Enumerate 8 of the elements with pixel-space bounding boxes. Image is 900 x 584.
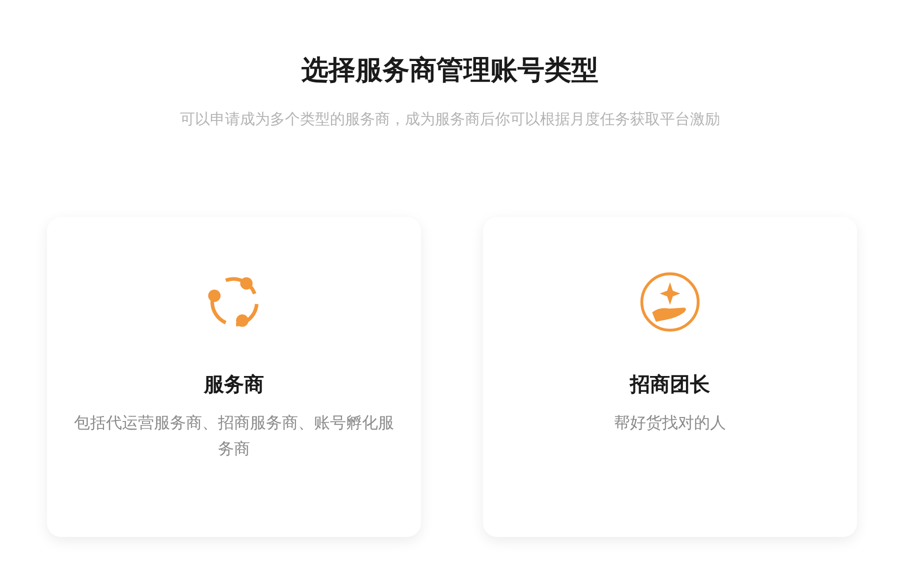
page-title: 选择服务商管理账号类型 [302, 54, 598, 88]
type-card[interactable]: 服务商 包括代运营服务商、招商服务商、账号孵化服务商 [47, 217, 421, 537]
card-description: 帮好货找对的人 [613, 412, 727, 434]
page-subtitle: 可以申请成为多个类型的服务商，成为服务商后你可以根据月度任务获取平台激励 [180, 110, 720, 129]
card-title: 招商团长 [630, 371, 710, 398]
card-description: 包括代运营服务商、招商服务商、账号孵化服务商 [73, 412, 395, 460]
card-title: 服务商 [204, 371, 264, 398]
type-card[interactable]: 招商团长 帮好货找对的人 [483, 217, 857, 537]
